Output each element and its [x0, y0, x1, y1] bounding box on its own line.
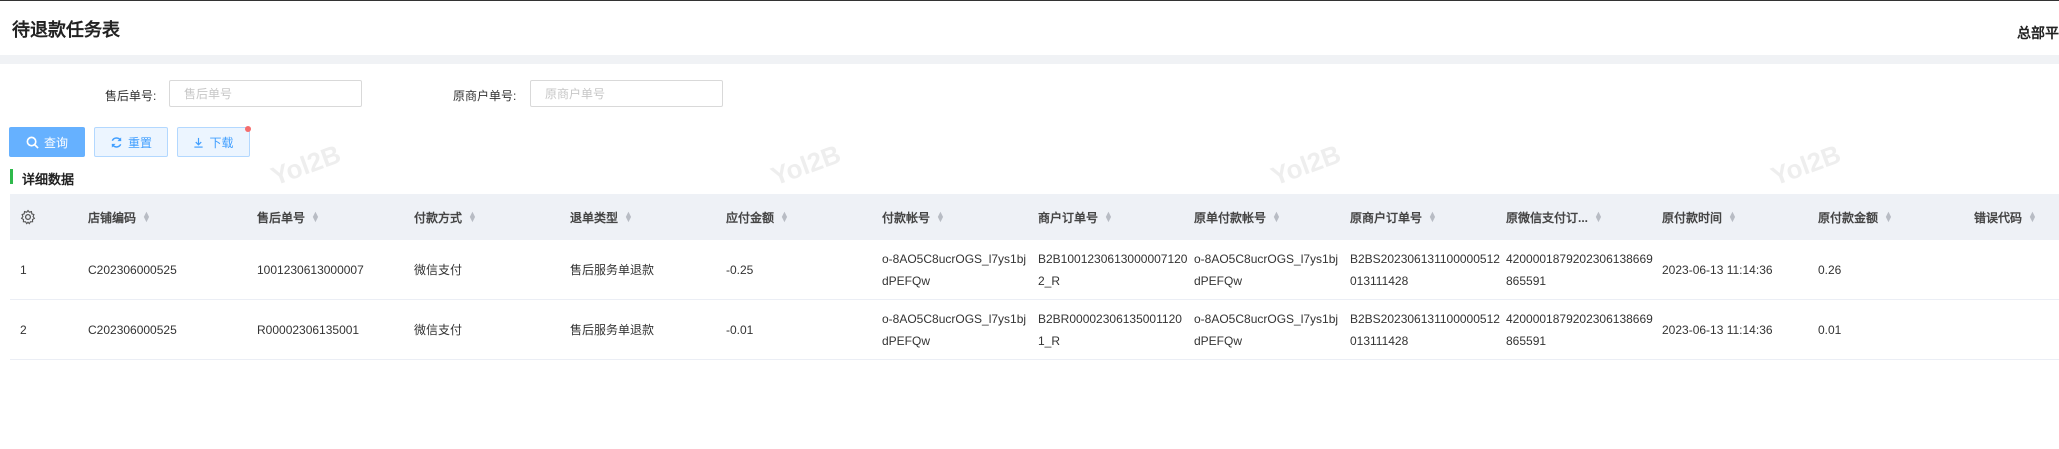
- search-icon: [26, 136, 39, 149]
- cell-orig-pay-account: o-8AO5C8ucrOGS_l7ys1bjdPEFQw: [1194, 311, 1339, 348]
- reset-button[interactable]: 重置: [94, 127, 168, 157]
- watermark: Yol2B: [266, 138, 345, 192]
- download-icon: [194, 137, 204, 148]
- cell-orig-pay-time: 2023-06-13 11:14:36: [1662, 322, 1773, 337]
- cell-refund-type: 售后服务单退款: [570, 263, 655, 277]
- watermark: Yol2B: [1766, 138, 1845, 192]
- cell-pay-account: o-8AO5C8ucrOGS_l7ys1bjdPEFQw: [882, 311, 1027, 348]
- cell-orig-merchant-order: B2BS202306131100000512013111428: [1350, 251, 1500, 288]
- table-row[interactable]: 2 C202306000525 R00002306135001 微信支付 售后服…: [10, 300, 2059, 360]
- cell-orig-pay-amount: 0.26: [1818, 262, 1842, 277]
- cell-orig-wechat-order: 4200001879202306138669865591: [1506, 311, 1653, 348]
- after-sale-input[interactable]: [169, 80, 362, 107]
- gear-icon[interactable]: [20, 209, 36, 225]
- download-button[interactable]: 下载: [177, 126, 251, 157]
- after-sale-label: 售后单号:: [105, 89, 157, 103]
- cell-index: 1: [20, 262, 27, 277]
- cell-store-code: C202306000525: [88, 262, 177, 277]
- sort-icon[interactable]: ▲ ▼: [2028, 210, 2037, 224]
- sort-icon[interactable]: ▲ ▼: [1428, 210, 1437, 224]
- cell-orig-pay-amount: 0.01: [1818, 322, 1842, 337]
- table-row[interactable]: 1 C202306000525 1001230613000007 微信支付 售后…: [10, 240, 2059, 300]
- query-button[interactable]: 查询: [9, 127, 85, 157]
- cell-orig-pay-account: o-8AO5C8ucrOGS_l7ys1bjdPEFQw: [1194, 251, 1339, 288]
- data-table: 店铺编码 ▲ ▼ 售后单号 ▲ ▼ 付款方式 ▲ ▼ 退单类型 ▲ ▼ 应付金额 ▲ ▼ 付款帐号 ▲…: [10, 194, 2059, 360]
- cell-index: 2: [20, 322, 27, 337]
- sort-icon[interactable]: ▲ ▼: [1272, 210, 1281, 224]
- sort-icon[interactable]: ▲ ▼: [468, 210, 477, 224]
- sort-icon[interactable]: ▲ ▼: [624, 210, 633, 224]
- sort-icon[interactable]: ▲ ▼: [936, 210, 945, 224]
- cell-after-sale-no: 1001230613000007: [257, 262, 364, 277]
- cell-store-code: C202306000525: [88, 322, 177, 337]
- sort-icon[interactable]: ▲ ▼: [311, 210, 320, 224]
- cell-merchant-order: B2BR000023061350011201_R: [1038, 311, 1182, 348]
- page-header: 待退款任务表 总部平: [0, 1, 2059, 55]
- col-orig-pay-account[interactable]: 原单付款帐号 ▲ ▼: [1194, 194, 1281, 240]
- section-title: 详细数据: [22, 172, 75, 187]
- col-orig-wechat-order[interactable]: 原微信支付订... ▲ ▼: [1506, 194, 1603, 240]
- section-accent-bar: [10, 169, 13, 184]
- col-store-code[interactable]: 店铺编码 ▲ ▼: [88, 194, 151, 240]
- cell-amount-due: -0.25: [726, 262, 754, 277]
- cell-orig-wechat-order: 420000187920230613866986​5591: [1506, 251, 1653, 288]
- watermark: Yol2B: [766, 138, 845, 192]
- col-pay-account[interactable]: 付款帐号 ▲ ▼: [882, 194, 945, 240]
- reset-label: 重置: [127, 135, 152, 150]
- sort-icon[interactable]: ▲ ▼: [1884, 210, 1893, 224]
- notification-dot: [245, 126, 251, 132]
- col-refund-type[interactable]: 退单类型 ▲ ▼: [570, 194, 633, 240]
- col-orig-merchant-order[interactable]: 原商户订单号 ▲ ▼: [1350, 194, 1437, 240]
- download-label: 下载: [209, 135, 234, 150]
- cell-refund-type: 售后服务单退款: [570, 323, 655, 337]
- query-label: 查询: [43, 135, 68, 150]
- header-divider: [0, 55, 2059, 64]
- table-header: 店铺编码 ▲ ▼ 售后单号 ▲ ▼ 付款方式 ▲ ▼ 退单类型 ▲ ▼ 应付金额 ▲ ▼ 付款帐号 ▲…: [10, 194, 2059, 240]
- col-error-code[interactable]: 错误代码 ▲ ▼: [1974, 194, 2037, 240]
- col-merchant-order[interactable]: 商户订单号 ▲ ▼: [1038, 194, 1113, 240]
- sort-icon[interactable]: ▲ ▼: [142, 210, 151, 224]
- cell-pay-account: o-8AO5C8ucrOGS_l7ys1bjdPEFQw: [882, 251, 1027, 288]
- cell-pay-method: 微信支付: [414, 323, 463, 337]
- cell-pay-method: 微信支付: [414, 263, 463, 277]
- orig-merchant-label: 原商户单号:: [453, 89, 517, 103]
- sort-icon[interactable]: ▲ ▼: [1594, 210, 1603, 224]
- sort-icon[interactable]: ▲ ▼: [1728, 210, 1737, 224]
- col-orig-pay-time[interactable]: 原付款时间 ▲ ▼: [1662, 194, 1737, 240]
- page-title: 待退款任务表: [12, 20, 120, 40]
- sort-icon[interactable]: ▲ ▼: [780, 210, 789, 224]
- col-orig-pay-amount[interactable]: 原付款金额 ▲ ▼: [1818, 194, 1893, 240]
- cell-orig-pay-time: 2023-06-13 11:14:36: [1662, 262, 1773, 277]
- refresh-icon: [111, 136, 122, 148]
- orig-merchant-input[interactable]: [530, 80, 723, 107]
- org-label: 总部平: [2017, 25, 2059, 41]
- cell-merchant-order: B2B10012306130000071202_R: [1038, 251, 1188, 288]
- col-pay-method[interactable]: 付款方式 ▲ ▼: [414, 194, 477, 240]
- cell-orig-merchant-order: B2BS202306131100000512013111428: [1350, 311, 1500, 348]
- col-amount-due[interactable]: 应付金额 ▲ ▼: [726, 194, 789, 240]
- sort-icon[interactable]: ▲ ▼: [1104, 210, 1113, 224]
- cell-after-sale-no: R00002306135001: [257, 322, 360, 337]
- col-after-sale-no[interactable]: 售后单号 ▲ ▼: [257, 194, 320, 240]
- watermark: Yol2B: [1266, 138, 1345, 192]
- cell-amount-due: -0.01: [726, 322, 754, 337]
